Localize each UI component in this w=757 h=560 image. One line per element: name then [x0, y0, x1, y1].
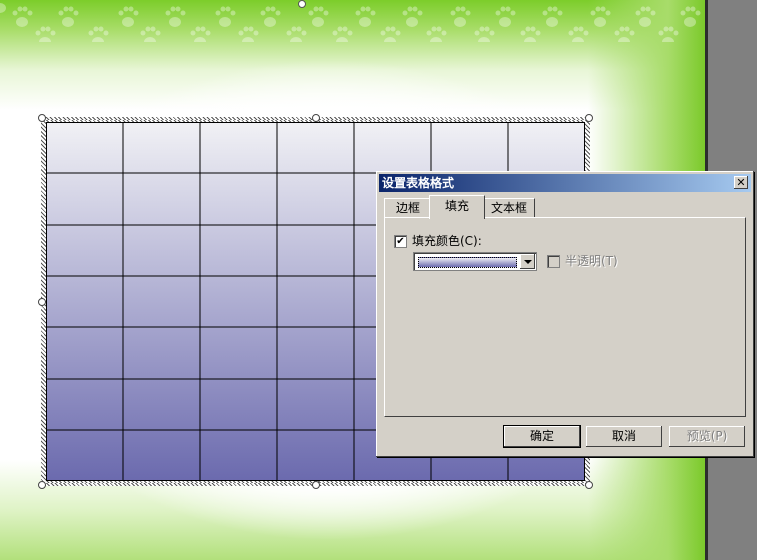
resize-handle-top-left[interactable] [38, 114, 46, 122]
cancel-button[interactable]: 取消 [586, 426, 662, 447]
resize-handle-bottom-left[interactable] [38, 481, 46, 489]
tab-fill-label: 填充 [444, 199, 469, 213]
preview-button[interactable]: 预览(P) [669, 426, 745, 447]
format-table-dialog: 设置表格格式 ✕ 边框 填充 文本框 ✔ 填充颜色(C): 半透明(T) 确定 … [376, 171, 754, 457]
close-button[interactable]: ✕ [734, 176, 748, 189]
resize-handle-left[interactable] [38, 298, 46, 306]
tab-border-label: 边框 [395, 201, 420, 215]
cancel-button-label: 取消 [611, 429, 636, 443]
preview-button-label: 预览(P) [686, 429, 728, 443]
resize-handle-bottom[interactable] [312, 481, 320, 489]
ok-button-label: 确定 [529, 429, 554, 443]
resize-handle-top-right[interactable] [585, 114, 593, 122]
dialog-title: 设置表格格式 [382, 176, 455, 190]
ok-button[interactable]: 确定 [504, 426, 580, 447]
slide-selection-handle[interactable] [298, 0, 306, 8]
tab-textbox-label: 文本框 [490, 201, 527, 215]
tab-textbox[interactable]: 文本框 [483, 198, 535, 218]
paw-print-row [0, 3, 701, 42]
resize-handle-bottom-right[interactable] [585, 481, 593, 489]
tab-border[interactable]: 边框 [384, 198, 432, 218]
fill-tab-panel [384, 217, 746, 417]
close-icon: ✕ [736, 176, 746, 189]
tab-fill[interactable]: 填充 [429, 195, 485, 219]
resize-handle-top[interactable] [312, 114, 320, 122]
dialog-titlebar[interactable]: 设置表格格式 ✕ [379, 174, 751, 192]
